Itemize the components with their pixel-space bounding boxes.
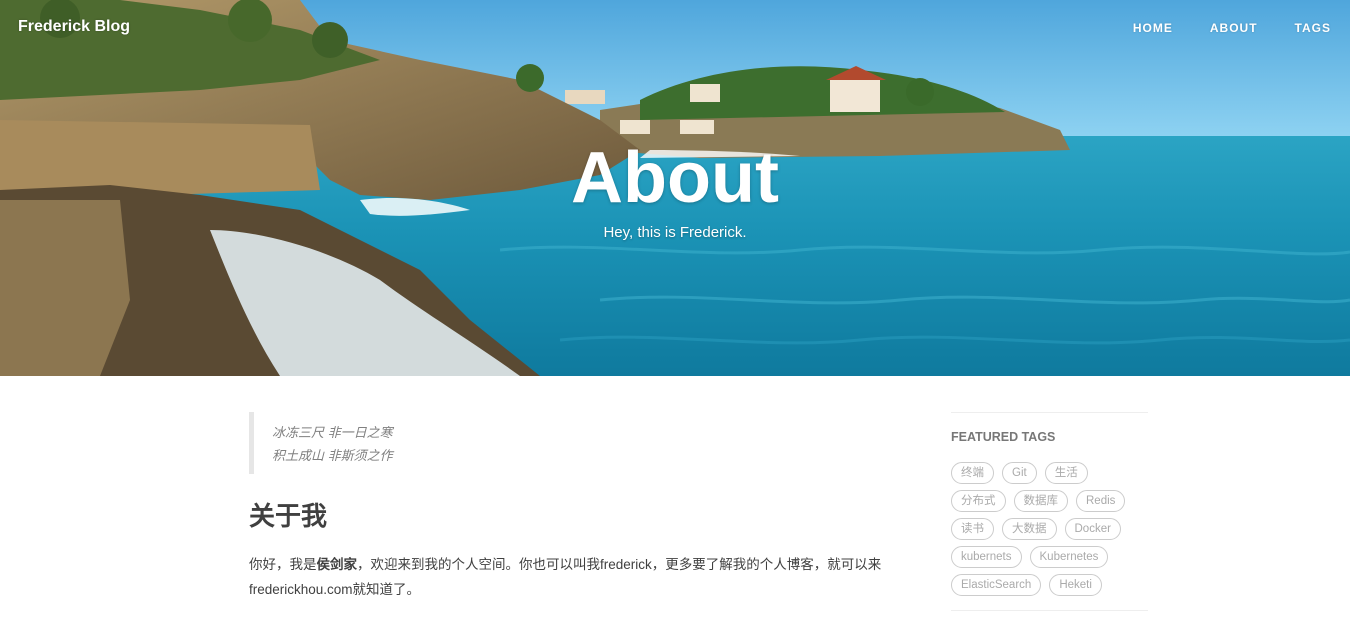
section-heading: 关于我 <box>249 501 328 531</box>
page-subtitle: Hey, this is Frederick. <box>603 224 747 241</box>
tag-link[interactable]: kubernets <box>951 546 1022 568</box>
author-name: 侯剑家 <box>316 557 358 572</box>
nav-tags-link[interactable]: TAGS <box>1295 21 1331 35</box>
hero-header: Frederick Blog HOME ABOUT TAGS About Hey… <box>0 0 1350 376</box>
tag-link[interactable]: 分布式 <box>951 490 1006 512</box>
featured-tags-title: FEATURED TAGS <box>951 430 1056 444</box>
quote-line: 冰冻三尺 非一日之寒 <box>272 425 393 440</box>
about-article: 冰冻三尺 非一日之寒 积土成山 非斯须之作 关于我 你好，我是侯剑家，欢迎来到我… <box>249 412 885 602</box>
tag-link[interactable]: ElasticSearch <box>951 574 1042 596</box>
intro-prefix: 你好，我是 <box>249 557 317 572</box>
quote-block: 冰冻三尺 非一日之寒 积土成山 非斯须之作 <box>249 412 885 474</box>
tag-link[interactable]: Heketi <box>1049 574 1102 596</box>
sidebar: FEATURED TAGS 终端 Git 生活 分布式 数据库 Redis 读书… <box>951 412 1148 611</box>
featured-tags-list: 终端 Git 生活 分布式 数据库 Redis 读书 大数据 Docker ku… <box>951 462 1148 602</box>
quote-line: 积土成山 非斯须之作 <box>272 448 393 463</box>
tag-link[interactable]: Redis <box>1076 490 1126 512</box>
tag-link[interactable]: Kubernetes <box>1029 546 1109 568</box>
tag-link[interactable]: 大数据 <box>1002 518 1057 540</box>
intro-paragraph: 你好，我是侯剑家，欢迎来到我的个人空间。你也可以叫我frederick，更多要了… <box>249 552 885 602</box>
nav-links: HOME ABOUT TAGS <box>1096 18 1331 35</box>
tag-link[interactable]: 终端 <box>951 462 994 484</box>
tag-link[interactable]: 数据库 <box>1013 490 1068 512</box>
tag-link[interactable]: Docker <box>1064 518 1121 540</box>
divider <box>951 610 1148 611</box>
tag-link[interactable]: Git <box>1002 462 1037 484</box>
page-title: About <box>571 138 779 218</box>
tag-link[interactable]: 读书 <box>951 518 994 540</box>
main-content: 冰冻三尺 非一日之寒 积土成山 非斯须之作 关于我 你好，我是侯剑家，欢迎来到我… <box>0 376 1350 625</box>
brand-link[interactable]: Frederick Blog <box>18 18 130 36</box>
top-navbar: Frederick Blog HOME ABOUT TAGS <box>0 0 1350 56</box>
divider <box>951 412 1148 413</box>
hero-heading: About Hey, this is Frederick. <box>0 138 1350 241</box>
nav-home-link[interactable]: HOME <box>1133 21 1173 35</box>
tag-link[interactable]: 生活 <box>1044 462 1088 484</box>
nav-about-link[interactable]: ABOUT <box>1210 21 1258 35</box>
